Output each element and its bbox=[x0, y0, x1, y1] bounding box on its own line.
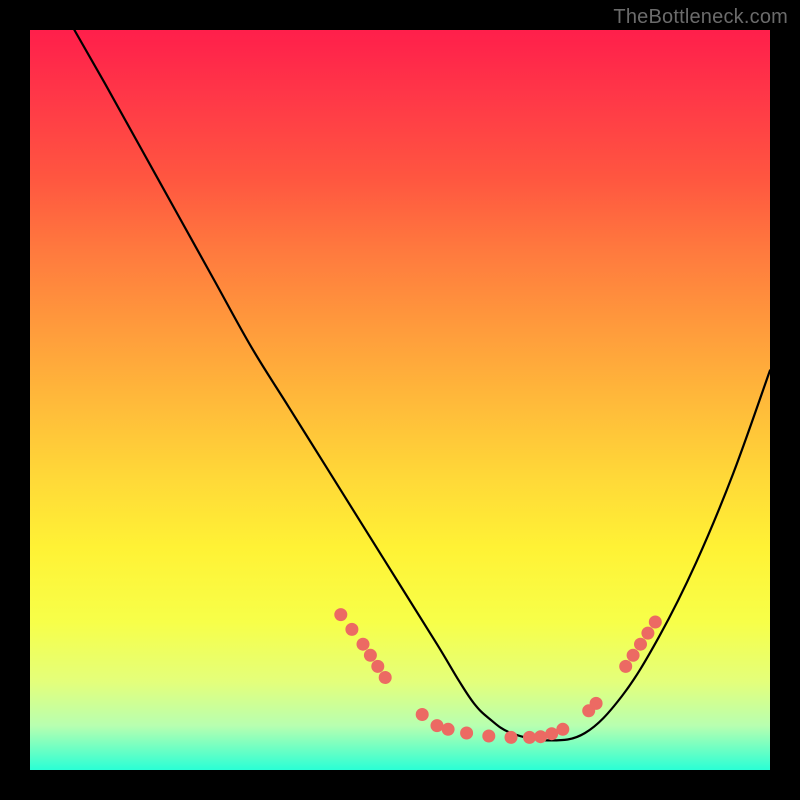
marker-dot bbox=[345, 623, 358, 636]
marker-dot bbox=[545, 727, 558, 740]
plot-area bbox=[30, 30, 770, 770]
marker-dot bbox=[523, 731, 536, 744]
marker-dot bbox=[371, 660, 384, 673]
marker-dot bbox=[442, 723, 455, 736]
marker-dot bbox=[627, 649, 640, 662]
marker-dot bbox=[556, 723, 569, 736]
bottleneck-curve bbox=[74, 30, 770, 740]
marker-dot bbox=[641, 627, 654, 640]
marker-dot bbox=[649, 616, 662, 629]
watermark-text: TheBottleneck.com bbox=[613, 6, 788, 29]
marker-dot bbox=[534, 730, 547, 743]
marker-dot bbox=[431, 719, 444, 732]
chart-svg bbox=[30, 30, 770, 770]
marker-dot bbox=[379, 671, 392, 684]
highlight-markers bbox=[334, 608, 662, 744]
marker-dot bbox=[460, 727, 473, 740]
marker-dot bbox=[505, 731, 518, 744]
marker-dot bbox=[364, 649, 377, 662]
marker-dot bbox=[357, 638, 370, 651]
marker-dot bbox=[482, 730, 495, 743]
marker-dot bbox=[334, 608, 347, 621]
marker-dot bbox=[634, 638, 647, 651]
marker-dot bbox=[416, 708, 429, 721]
marker-dot bbox=[590, 697, 603, 710]
chart-frame: TheBottleneck.com bbox=[0, 0, 800, 800]
marker-dot bbox=[619, 660, 632, 673]
